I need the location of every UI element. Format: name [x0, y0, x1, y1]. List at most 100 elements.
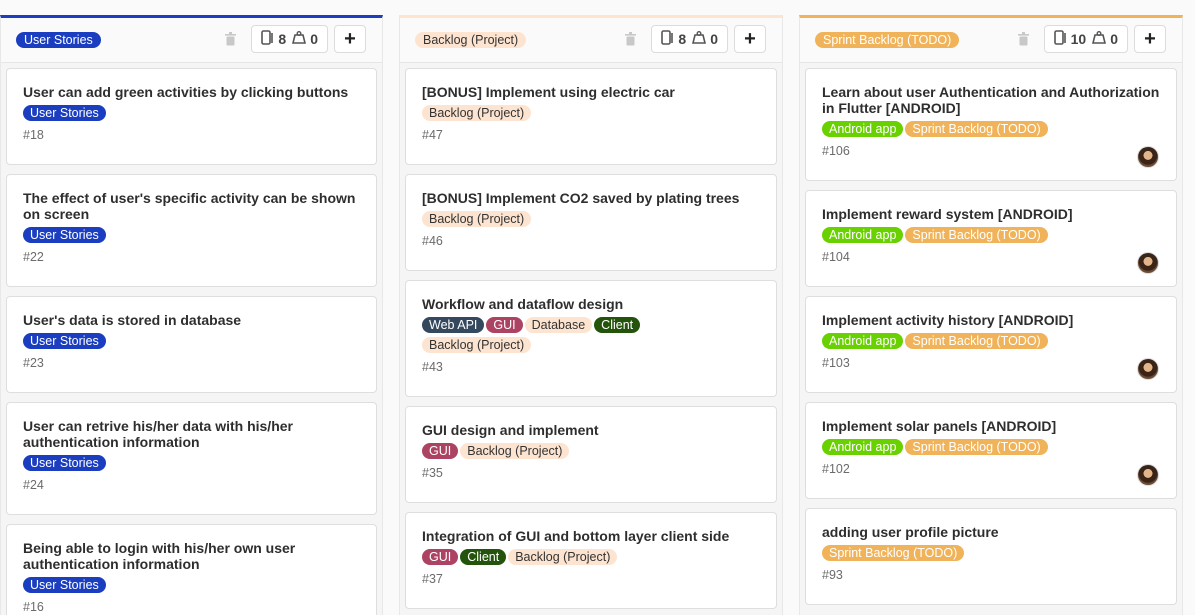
issue-title[interactable]: Being able to login with his/her own use… [23, 540, 360, 572]
issue-number: #37 [422, 572, 443, 586]
issue-number: #43 [422, 360, 443, 374]
column-header: Sprint Backlog (TODO) 10 0 + [800, 18, 1182, 63]
issue-card[interactable]: adding user profile picture Sprint Backl… [805, 508, 1177, 605]
assignee-avatar[interactable] [1137, 358, 1159, 380]
header-tools: 8 0 + [625, 25, 766, 53]
plus-icon: + [744, 28, 756, 50]
issue-title[interactable]: The effect of user's specific activity c… [23, 190, 360, 222]
trash-icon[interactable] [625, 32, 637, 46]
label-backlog-project[interactable]: Backlog (Project) [508, 549, 618, 565]
issue-title[interactable]: GUI design and implement [422, 422, 760, 438]
issue-title[interactable]: Workflow and dataflow design [422, 296, 760, 312]
assignee-avatar[interactable] [1137, 146, 1159, 168]
issue-number: #104 [822, 250, 850, 264]
issue-card[interactable]: Learn about user Authentication and Auth… [805, 68, 1177, 181]
label-backlog-project[interactable]: Backlog (Project) [460, 443, 570, 459]
issue-labels: Android app Sprint Backlog (TODO) [822, 225, 1160, 245]
issue-title[interactable]: User's data is stored in database [23, 312, 360, 328]
issue-number: #103 [822, 356, 850, 370]
label-android-app[interactable]: Android app [822, 121, 904, 137]
issue-title[interactable]: Integration of GUI and bottom layer clie… [422, 528, 760, 544]
issue-labels: User Stories [23, 331, 360, 351]
issue-number: #35 [422, 466, 443, 480]
label-android-app[interactable]: Android app [822, 227, 904, 243]
column-label[interactable]: Sprint Backlog (TODO) [815, 32, 960, 48]
issue-card[interactable]: GUI design and implement GUI Backlog (Pro… [405, 406, 777, 503]
add-issue-button[interactable]: + [334, 25, 366, 53]
issue-title[interactable]: Learn about user Authentication and Auth… [822, 84, 1160, 116]
issue-number: #22 [23, 250, 44, 264]
issue-title[interactable]: adding user profile picture [822, 524, 1160, 540]
label-user-stories[interactable]: User Stories [23, 333, 106, 349]
issue-card[interactable]: Being able to login with his/her own use… [6, 524, 377, 615]
board-column-user-stories: User Stories 8 0 + User can add green ac… [0, 15, 383, 615]
issue-card[interactable]: Integration of GUI and bottom layer clie… [405, 512, 777, 609]
issues-icon [661, 30, 674, 48]
issue-card[interactable]: User can retrive his/her data with his/h… [6, 402, 377, 515]
column-label[interactable]: Backlog (Project) [415, 32, 527, 48]
issue-labels: User Stories [23, 225, 360, 245]
label-backlog-project[interactable]: Backlog (Project) [422, 337, 532, 353]
issue-title[interactable]: Implement reward system [ANDROID] [822, 206, 1160, 222]
label-user-stories[interactable]: User Stories [23, 105, 106, 121]
label-sprint-backlog[interactable]: Sprint Backlog (TODO) [905, 333, 1048, 349]
trash-icon[interactable] [1017, 32, 1029, 46]
column-label[interactable]: User Stories [16, 32, 101, 48]
issue-card[interactable]: [BONUS] Implement using electric car Bac… [405, 68, 777, 165]
issue-count: 10 [1070, 31, 1087, 47]
weight-count: 0 [310, 31, 318, 47]
label-android-app[interactable]: Android app [822, 333, 904, 349]
label-gui[interactable]: GUI [422, 443, 459, 459]
header-tools: 8 0 + [225, 25, 366, 53]
issue-labels: Backlog (Project) [422, 103, 760, 123]
issue-title[interactable]: [BONUS] Implement CO2 saved by plating t… [422, 190, 760, 206]
issue-labels: GUI Backlog (Project) [422, 441, 760, 461]
add-issue-button[interactable]: + [734, 25, 766, 53]
label-sprint-backlog[interactable]: Sprint Backlog (TODO) [905, 227, 1048, 243]
weight-count: 0 [710, 31, 718, 47]
issue-number: #46 [422, 234, 443, 248]
label-backlog-project[interactable]: Backlog (Project) [422, 211, 532, 227]
assignee-avatar[interactable] [1137, 464, 1159, 486]
label-client[interactable]: Client [460, 549, 507, 565]
label-sprint-backlog[interactable]: Sprint Backlog (TODO) [822, 545, 965, 561]
issue-title[interactable]: Implement solar panels [ANDROID] [822, 418, 1160, 434]
add-issue-button[interactable]: + [1134, 25, 1166, 53]
header-tools: 10 0 + [1017, 25, 1166, 53]
issue-card[interactable]: User's data is stored in database User S… [6, 296, 377, 393]
issue-card[interactable]: Implement reward system [ANDROID] Androi… [805, 190, 1177, 287]
issue-card[interactable]: [BONUS] Implement CO2 saved by plating t… [405, 174, 777, 271]
label-gui[interactable]: GUI [486, 317, 523, 333]
label-android-app[interactable]: Android app [822, 439, 904, 455]
label-user-stories[interactable]: User Stories [23, 455, 106, 471]
trash-icon[interactable] [225, 32, 237, 46]
assignee-avatar[interactable] [1137, 252, 1159, 274]
issue-title[interactable]: User can add green activities by clickin… [23, 84, 360, 100]
label-gui[interactable]: GUI [422, 549, 459, 565]
issue-card[interactable]: Implement solar panels [ANDROID] Android… [805, 402, 1177, 499]
label-database[interactable]: Database [524, 317, 593, 333]
issue-number: #47 [422, 128, 443, 142]
plus-icon: + [1144, 28, 1156, 50]
issue-title[interactable]: [BONUS] Implement using electric car [422, 84, 760, 100]
issue-counts: 8 0 [651, 25, 728, 53]
issue-labels: Web API GUI Database Client Backlog (Project… [422, 315, 760, 355]
label-user-stories[interactable]: User Stories [23, 577, 106, 593]
label-web-api[interactable]: Web API [422, 317, 485, 333]
label-client[interactable]: Client [594, 317, 641, 333]
issue-card[interactable]: Workflow and dataflow design Web API GUI D… [405, 280, 777, 397]
issue-card[interactable]: Implement activity history [ANDROID] And… [805, 296, 1177, 393]
issue-title[interactable]: Implement activity history [ANDROID] [822, 312, 1160, 328]
board-column-sprint-backlog: Sprint Backlog (TODO) 10 0 + Learn about… [799, 15, 1183, 615]
issue-labels: Android app Sprint Backlog (TODO) [822, 437, 1160, 457]
issue-card[interactable]: User can add green activities by clickin… [6, 68, 377, 165]
label-sprint-backlog[interactable]: Sprint Backlog (TODO) [905, 121, 1048, 137]
label-sprint-backlog[interactable]: Sprint Backlog (TODO) [905, 439, 1048, 455]
issue-labels: Android app Sprint Backlog (TODO) [822, 119, 1160, 139]
label-user-stories[interactable]: User Stories [23, 227, 106, 243]
label-backlog-project[interactable]: Backlog (Project) [422, 105, 532, 121]
issues-icon [261, 30, 274, 48]
issue-title[interactable]: User can retrive his/her data with his/h… [23, 418, 360, 450]
issue-card[interactable]: The effect of user's specific activity c… [6, 174, 377, 287]
issue-counts: 10 0 [1043, 25, 1128, 53]
